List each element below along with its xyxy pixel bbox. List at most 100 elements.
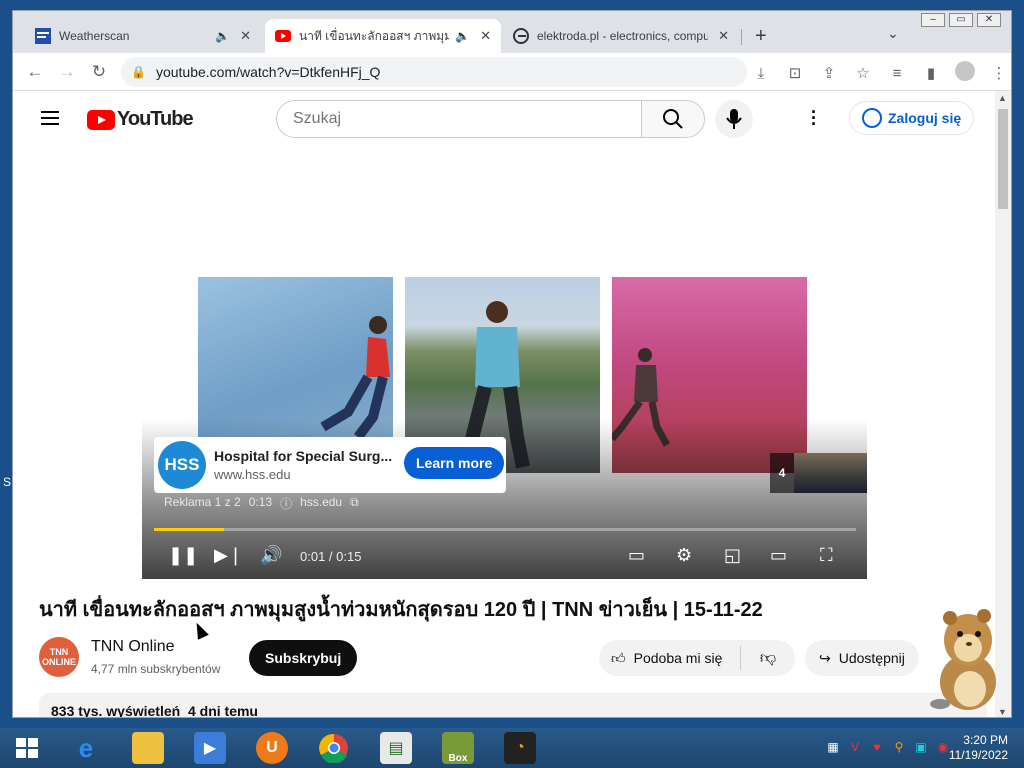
youtube-logo-text: YouTube [117, 108, 194, 130]
media-control-icon[interactable]: ≡ [885, 65, 909, 82]
tab-weatherscan[interactable]: Weatherscan 🔈 ✕ [25, 19, 261, 53]
channel-avatar[interactable]: TNN ONLINE [39, 637, 79, 677]
share-page-icon[interactable]: ⇪ [817, 64, 841, 82]
close-tab-icon[interactable]: ✕ [718, 28, 729, 44]
like-label: Podoba mi się [633, 650, 723, 666]
install-app-icon[interactable]: ⤓ [749, 65, 773, 82]
search-box [276, 100, 642, 138]
uc-browser-icon[interactable]: U [256, 732, 288, 764]
subtitles-icon[interactable]: ▭ [628, 545, 645, 566]
scrollbar-thumb[interactable] [998, 109, 1008, 209]
search-button[interactable] [641, 100, 705, 138]
theater-mode-icon[interactable]: ▭ [770, 545, 787, 566]
time-display: 0:01 / 0:15 [300, 549, 362, 564]
bookmark-star-icon[interactable]: ☆ [851, 64, 875, 82]
next-icon[interactable]: ▶❘ [214, 545, 243, 566]
close-tab-icon[interactable]: ✕ [240, 28, 251, 44]
taskbar-clock[interactable]: 3:20 PM 11/19/2022 [946, 733, 1008, 763]
share-button[interactable]: ↪ Udostępnij [805, 640, 919, 676]
volume-icon[interactable]: 🔊 [260, 545, 282, 566]
menu-icon[interactable] [41, 111, 59, 129]
elektroda-icon [513, 28, 529, 44]
reload-icon[interactable]: ↻ [83, 62, 115, 82]
ad-domain-link[interactable]: hss.edu [300, 495, 342, 512]
progress-bar[interactable] [154, 528, 856, 531]
next-ad-preview[interactable]: 4 [770, 453, 867, 493]
search-icon [663, 109, 683, 129]
external-link-icon[interactable]: ⧉ [350, 495, 359, 512]
media-player-icon[interactable]: ▶ [194, 732, 226, 764]
signin-button[interactable]: Zaloguj się [849, 101, 975, 135]
youtube-page: YouTube ··· Zaloguj się [13, 91, 997, 718]
tab-title: นาที เขื่อนทะลักออสฯ ภาพมุมสูงน้ [299, 28, 449, 43]
like-dislike-group: 👍︎ Podoba mi się 👎︎ [599, 640, 795, 676]
like-button[interactable]: 👍︎ Podoba mi się [599, 646, 741, 670]
pause-icon[interactable]: ❚❚ [168, 545, 198, 566]
address-bar[interactable]: 🔒 youtube.com/watch?v=DtkfenHFj_Q [121, 57, 747, 87]
share-label: Udostępnij [838, 650, 905, 666]
start-button[interactable] [16, 738, 38, 758]
close-tab-icon[interactable]: ✕ [480, 28, 491, 44]
channel-name[interactable]: TNN Online [91, 638, 175, 656]
browser-window: Weatherscan 🔈 ✕ นาที เขื่อนทะลักออสฯ ภาพ… [12, 10, 1012, 718]
browser-menu-icon[interactable]: ⋮ [987, 64, 1011, 82]
tab-youtube[interactable]: นาที เขื่อนทะลักออสฯ ภาพมุมสูงน้ 🔈 ✕ [265, 19, 501, 53]
profile-avatar-icon[interactable] [953, 61, 977, 85]
settings-kebab-icon[interactable]: · · · [811, 103, 817, 133]
subscriber-count: 4,77 mln subskrybentów [91, 662, 221, 676]
taskbar: e ▶ U ▤ Box ◔ ▦ V ♥ ⚲ ▣ ◉ 3:20 PM 11/19/… [0, 728, 1024, 768]
spreadsheet-app-icon[interactable]: ▤ [380, 732, 412, 764]
tray-app-icon[interactable]: ▦ [826, 740, 840, 754]
miniplayer-icon[interactable]: ◱ [724, 545, 741, 566]
ad-text: Hospital for Special Surg... www.hss.edu [214, 448, 394, 482]
speaker-icon[interactable]: 🔈 [215, 29, 230, 43]
minimize-button[interactable]: – [921, 13, 945, 27]
window-controls: – ▭ ✕ [921, 13, 1001, 27]
back-arrow-icon[interactable]: ← [19, 62, 51, 82]
fullscreen-icon[interactable]: ⛶ [820, 545, 833, 566]
video-title: นาที เขื่อนทะลักออสฯ ภาพมุมสูงน้ำท่วมหนั… [39, 599, 763, 621]
view-count: 833 tys. wyświetleń [51, 703, 181, 718]
search-tray-icon[interactable]: ⚲ [892, 740, 906, 754]
thumbs-down-icon: 👎︎ [759, 649, 777, 667]
tab-search-chevron-icon[interactable]: ⌄ [887, 25, 899, 42]
search-input[interactable] [293, 110, 623, 128]
antivirus-icon[interactable]: V [848, 740, 862, 754]
desktop-hamster-pet[interactable] [920, 604, 1010, 712]
tab-elektroda[interactable]: elektroda.pl - electronics, compu ✕ [503, 19, 739, 53]
description-box[interactable]: 833 tys. wyświetleń 4 dni temu [39, 693, 987, 718]
info-icon[interactable]: ⓘ [280, 495, 292, 512]
monitor-icon[interactable]: ▣ [914, 740, 928, 754]
youtube-logo[interactable]: YouTube [87, 108, 194, 131]
lock-icon[interactable]: 🔒 [131, 65, 146, 79]
translate-icon[interactable]: ⊡ [783, 64, 807, 82]
file-explorer-icon[interactable] [132, 732, 164, 764]
dislike-button[interactable]: 👎︎ [741, 649, 795, 668]
progress-fill [154, 528, 225, 531]
chrome-icon[interactable] [318, 732, 350, 764]
subscribe-button[interactable]: Subskrybuj [249, 640, 358, 676]
settings-gear-icon[interactable]: ⚙ [676, 545, 692, 566]
learn-more-button[interactable]: Learn more [404, 447, 505, 479]
video-player[interactable]: HSS Hospital for Special Surg... www.hss… [142, 165, 867, 579]
gamebox-app-icon[interactable]: Box [442, 732, 474, 764]
ad-overlay-card[interactable]: HSS Hospital for Special Surg... www.hss… [154, 437, 506, 493]
browser-toolbar: ← → ↻ 🔒 youtube.com/watch?v=DtkfenHFj_Q … [13, 53, 1011, 91]
watch-app-icon[interactable]: ◔ [504, 732, 536, 764]
youtube-play-icon [87, 109, 115, 130]
voice-search-button[interactable] [715, 100, 753, 138]
tab-title: Weatherscan [59, 29, 130, 43]
ad-url: www.hss.edu [214, 467, 291, 482]
internet-explorer-icon[interactable]: e [70, 732, 102, 764]
side-panel-icon[interactable]: ▮ [919, 64, 943, 82]
security-shield-icon[interactable]: ♥ [870, 740, 884, 754]
forward-arrow-icon[interactable]: → [51, 62, 83, 82]
maximize-button[interactable]: ▭ [949, 13, 973, 27]
new-tab-button[interactable]: + [755, 25, 767, 48]
tab-title: elektroda.pl - electronics, compu [537, 29, 709, 43]
tab-strip: Weatherscan 🔈 ✕ นาที เขื่อนทะลักออสฯ ภาพ… [13, 11, 1011, 53]
ad-counter: Reklama 1 z 2 [164, 495, 241, 509]
scroll-up-icon[interactable]: ▲ [998, 93, 1007, 103]
speaker-icon[interactable]: 🔈 [455, 29, 470, 43]
close-window-button[interactable]: ✕ [977, 13, 1001, 27]
